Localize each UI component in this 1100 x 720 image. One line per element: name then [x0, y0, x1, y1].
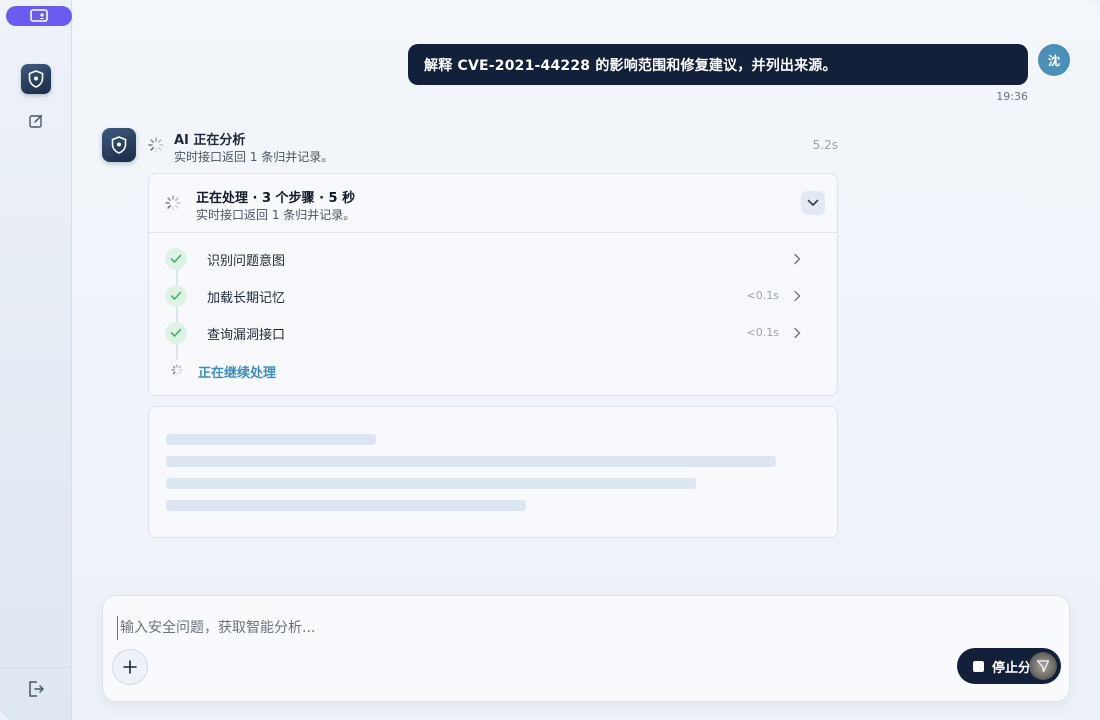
loading-spinner-icon	[148, 137, 164, 153]
stop-icon	[973, 660, 984, 672]
check-icon	[165, 285, 187, 307]
skeleton-line	[166, 478, 696, 489]
chevron-right-icon	[789, 288, 805, 304]
app-window: 解释 CVE-2021-44228 的影响范围和修复建议，并列出来源。 沈 19…	[0, 0, 1100, 720]
step-item[interactable]: 加载长期记忆 <0.1s	[149, 281, 837, 311]
skeleton-line	[166, 434, 376, 445]
ai-status-subtitle: 实时接口返回 1 条归并记录。	[174, 150, 334, 164]
logout-button[interactable]	[26, 679, 46, 699]
ai-status-title: AI 正在分析	[174, 133, 246, 148]
check-icon	[165, 248, 187, 270]
ai-avatar	[102, 128, 136, 162]
chevron-down-icon	[807, 199, 819, 206]
screen-user-icon	[30, 9, 48, 22]
chevron-right-icon	[789, 251, 805, 267]
loading-spinner-icon	[165, 195, 181, 211]
skeleton-line	[166, 456, 776, 467]
step-label: 识别问题意图	[207, 254, 286, 269]
sidebar	[0, 0, 72, 720]
question-input[interactable]	[117, 616, 917, 640]
edit-icon	[29, 114, 43, 128]
process-title: 正在处理 · 3 个步骤 · 5 秒	[196, 191, 356, 206]
stop-analysis-button[interactable]: 停止分析	[957, 648, 1061, 684]
loading-spinner-icon	[171, 364, 183, 376]
logout-icon	[29, 681, 44, 697]
user-message-time: 19:36	[996, 90, 1028, 103]
add-attachment-button[interactable]	[112, 649, 148, 685]
workspace-button[interactable]	[6, 6, 72, 26]
check-icon	[165, 322, 187, 344]
step-time: <0.1s	[746, 326, 779, 339]
response-skeleton-card	[148, 406, 838, 538]
shield-icon	[111, 136, 127, 154]
sidebar-divider	[0, 667, 72, 668]
continuing-label: 正在继续处理	[198, 366, 277, 381]
process-card: 正在处理 · 3 个步骤 · 5 秒 实时接口返回 1 条归并记录。 识别问题意…	[148, 173, 838, 396]
skeleton-line	[166, 500, 526, 511]
process-subtitle: 实时接口返回 1 条归并记录。	[196, 208, 356, 222]
nav-security-chat[interactable]	[21, 64, 51, 94]
shield-icon	[28, 70, 44, 88]
process-header[interactable]: 正在处理 · 3 个步骤 · 5 秒 实时接口返回 1 条归并记录。	[149, 174, 837, 233]
step-item[interactable]: 查询漏洞接口 <0.1s	[149, 318, 837, 348]
step-label: 查询漏洞接口	[207, 328, 286, 343]
collapse-button[interactable]	[801, 191, 825, 215]
user-message-text: 解释 CVE-2021-44228 的影响范围和修复建议，并列出来源。	[424, 57, 837, 74]
step-item[interactable]: 识别问题意图	[149, 244, 837, 274]
ai-elapsed-time: 5.2s	[812, 138, 838, 152]
chevron-right-icon	[789, 325, 805, 341]
nav-new-chat[interactable]	[27, 112, 45, 130]
user-avatar[interactable]: 沈	[1038, 44, 1070, 76]
user-message-bubble: 解释 CVE-2021-44228 的影响范围和修复建议，并列出来源。	[408, 44, 1028, 85]
plus-icon	[123, 660, 137, 674]
step-time: <0.1s	[746, 289, 779, 302]
send-icon	[1029, 652, 1057, 680]
step-label: 加载长期记忆	[207, 291, 286, 306]
composer: 停止分析	[102, 595, 1070, 702]
